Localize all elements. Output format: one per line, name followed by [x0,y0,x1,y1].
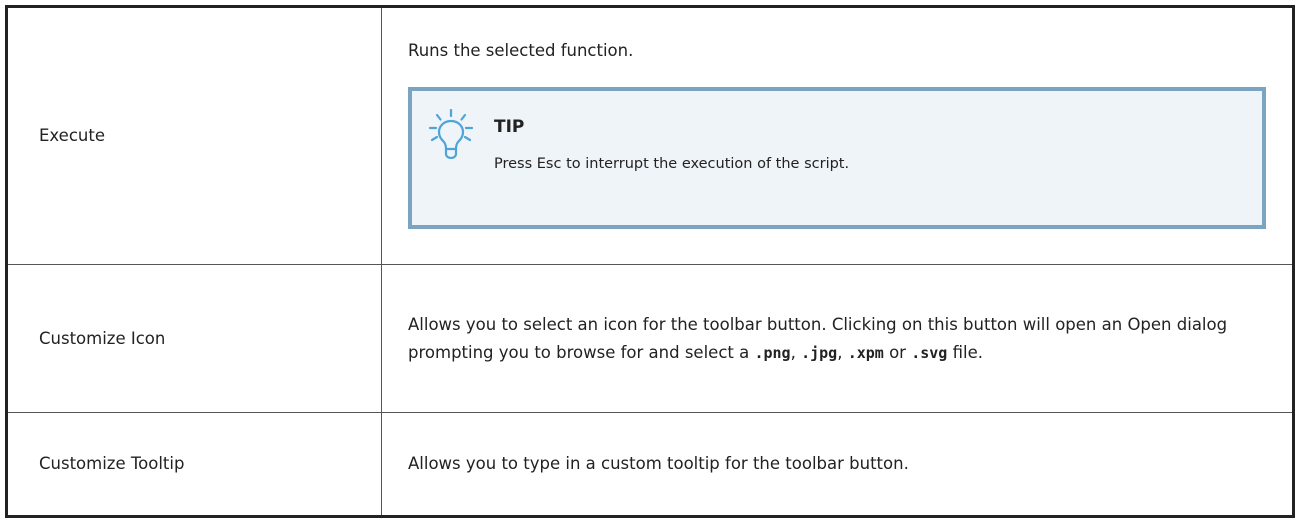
file-extension: .png [754,343,791,362]
table-row: Customize Icon Allows you to select an i… [5,264,1295,413]
separator-text: , [837,342,848,362]
function-description: Runs the selected function. [408,41,634,60]
file-extension: .xpm [847,343,884,362]
table-row: Customize Tooltip Allows you to type in … [5,412,1295,518]
tip-text: Press Esc to interrupt the execution of … [494,156,850,172]
function-name: Execute [5,5,382,265]
tip-callout: TIP Press Esc to interrupt the execution… [408,87,1266,229]
separator-text: , [790,342,802,362]
function-reference-table: Execute Runs the selected function. TIP … [5,5,1295,518]
function-description: Allows you to select an icon for the too… [381,264,1295,413]
file-extension: .svg [911,343,948,362]
function-name: Customize Icon [5,264,382,413]
table-row: Execute Runs the selected function. TIP … [5,5,1295,265]
description-text: file. [947,342,983,362]
function-description-cell: Runs the selected function. TIP Press Es… [381,5,1295,265]
separator-text: or [883,342,912,362]
file-extension: .jpg [801,343,838,362]
function-description: Allows you to type in a custom tooltip f… [381,412,1295,518]
tip-title: TIP [494,117,525,137]
lightbulb-icon [428,109,474,159]
function-name: Customize Tooltip [5,412,382,518]
